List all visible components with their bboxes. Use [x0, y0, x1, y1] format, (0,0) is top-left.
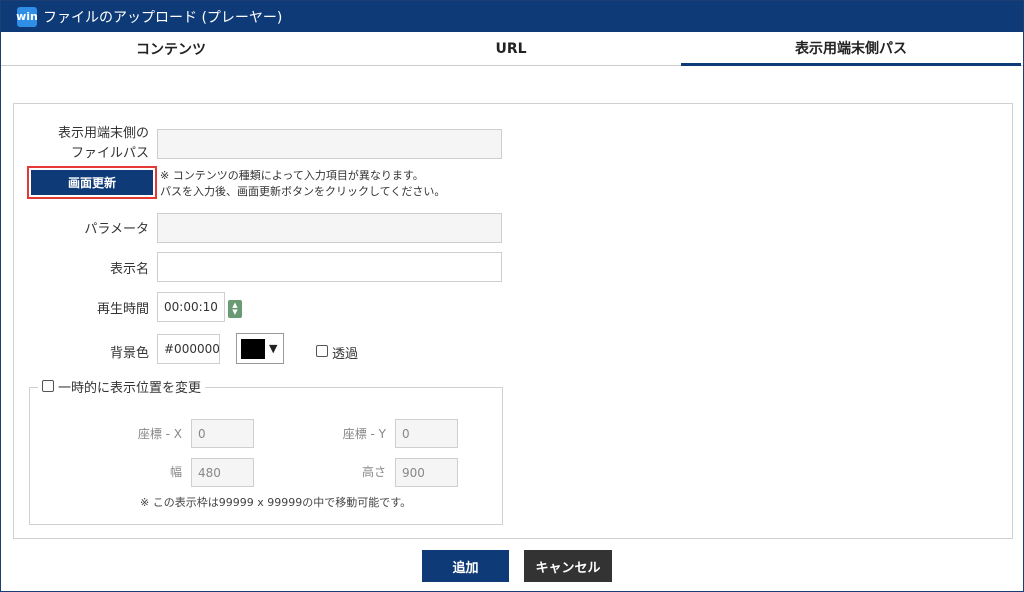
transparent-label: 透過 — [332, 347, 359, 362]
upload-dialog: win ファイルのアップロード (プレーヤー) コンテンツ URL 表示用端末側… — [0, 0, 1024, 592]
dropdown-arrow-icon: ▼ — [269, 342, 278, 355]
y-input[interactable] — [395, 419, 458, 448]
tab-url[interactable]: URL — [341, 32, 681, 66]
width-input[interactable] — [191, 458, 254, 487]
cancel-button[interactable]: キャンセル — [524, 550, 612, 582]
duration-stepper[interactable]: ▲ ▼ — [228, 300, 242, 318]
y-label: 座標 - Y — [342, 427, 386, 441]
bg-color-input[interactable] — [157, 334, 220, 364]
color-picker[interactable]: ▼ — [236, 333, 284, 364]
duration-label: 再生時間 — [96, 302, 149, 317]
note-line1: ※ コンテンツの種類によって入力項目が異なります。 — [160, 169, 424, 182]
position-note: ※ この表示枠は99999 x 99999の中で移動可能です。 — [140, 496, 412, 509]
position-legend: 一時的に表示位置を変更 — [38, 378, 206, 396]
bg-color-label: 背景色 — [109, 346, 149, 361]
display-name-input[interactable] — [157, 252, 502, 282]
title-bar: win ファイルのアップロード (プレーヤー) — [1, 1, 1023, 32]
add-button[interactable]: 追加 — [422, 550, 509, 582]
transparent-checkbox[interactable] — [316, 345, 328, 357]
refresh-button[interactable]: 画面更新 — [31, 170, 153, 195]
path-label: 表示用端末側の ファイルパス — [54, 124, 149, 164]
path-label-line2: ファイルパス — [70, 146, 149, 161]
color-swatch — [241, 338, 265, 359]
height-input[interactable] — [395, 458, 458, 487]
width-label: 幅 — [169, 465, 182, 479]
display-name-label: 表示名 — [109, 262, 149, 277]
stepper-down-icon[interactable]: ▼ — [232, 309, 237, 316]
form-panel: 表示用端末側の ファイルパス 画面更新 ※ コンテンツの種類によって入力項目が異… — [13, 103, 1013, 539]
refresh-note: ※ コンテンツの種類によって入力項目が異なります。 パスを入力後、画面更新ボタン… — [160, 168, 445, 200]
tab-device-path[interactable]: 表示用端末側パス — [681, 32, 1021, 66]
path-input[interactable] — [157, 129, 502, 159]
window-title: ファイルのアップロード (プレーヤー) — [43, 9, 283, 26]
position-enable-checkbox[interactable] — [42, 380, 54, 392]
position-legend-text: 一時的に表示位置を変更 — [58, 380, 202, 396]
tab-bar: コンテンツ URL 表示用端末側パス — [1, 32, 1023, 66]
duration-input[interactable] — [157, 292, 225, 322]
height-label: 高さ — [361, 465, 386, 479]
param-label: パラメータ — [84, 222, 149, 237]
x-input[interactable] — [191, 419, 254, 448]
x-label: 座標 - X — [137, 427, 182, 441]
app-icon: win — [16, 6, 38, 27]
refresh-button-highlight: 画面更新 — [27, 166, 157, 199]
path-label-line1: 表示用端末側の — [57, 126, 149, 141]
param-input[interactable] — [157, 213, 502, 243]
tab-content[interactable]: コンテンツ — [1, 32, 341, 66]
note-line2: パスを入力後、画面更新ボタンをクリックしてください。 — [160, 185, 446, 198]
